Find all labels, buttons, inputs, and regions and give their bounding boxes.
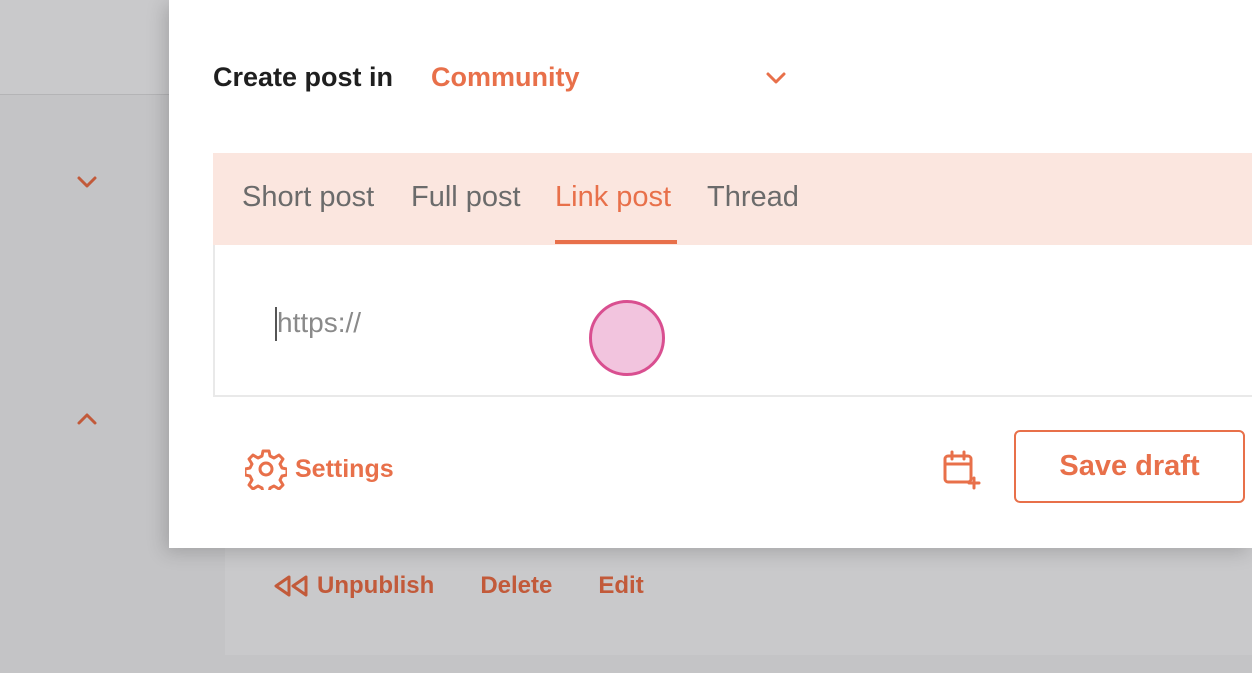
tab-full-post[interactable]: Full post (411, 181, 521, 214)
tab-short-post[interactable]: Short post (242, 181, 374, 214)
chevron-down-icon (766, 72, 786, 83)
text-caret (275, 307, 277, 341)
create-post-label: Create post in (213, 62, 394, 92)
link-input-area (213, 245, 1252, 397)
edit-button[interactable]: Edit (598, 572, 643, 600)
edit-label: Edit (598, 572, 644, 599)
post-type-tabs: Short post Full post Link post Thread (213, 153, 1252, 245)
tab-thread[interactable]: Thread (707, 181, 799, 214)
mouse-cursor-indicator (589, 300, 665, 376)
active-tab-indicator (555, 240, 677, 244)
unpublish-button[interactable]: Unpublish (273, 572, 434, 600)
modal-header: Create post in Community (213, 62, 787, 93)
schedule-calendar-icon[interactable] (942, 450, 982, 490)
save-draft-button[interactable]: Save draft (1014, 430, 1245, 503)
delete-label: Delete (480, 572, 553, 599)
settings-label: Settings (295, 454, 394, 483)
gear-icon (245, 449, 287, 490)
rewind-icon (274, 575, 308, 597)
chevron-down-icon[interactable] (76, 175, 98, 189)
unpublish-label: Unpublish (317, 572, 435, 599)
settings-button[interactable]: Settings (245, 448, 394, 490)
link-url-input[interactable] (275, 303, 1179, 343)
community-select[interactable]: Community (431, 62, 787, 93)
background-post-actions: Unpublish Delete Edit (273, 572, 644, 600)
create-post-modal: Create post in Community Short post Full… (169, 0, 1252, 548)
background-post-card (225, 545, 1252, 655)
community-value: Community (431, 62, 580, 92)
chevron-up-icon[interactable] (76, 412, 98, 426)
delete-button[interactable]: Delete (480, 572, 552, 600)
tab-link-post[interactable]: Link post (555, 181, 671, 214)
